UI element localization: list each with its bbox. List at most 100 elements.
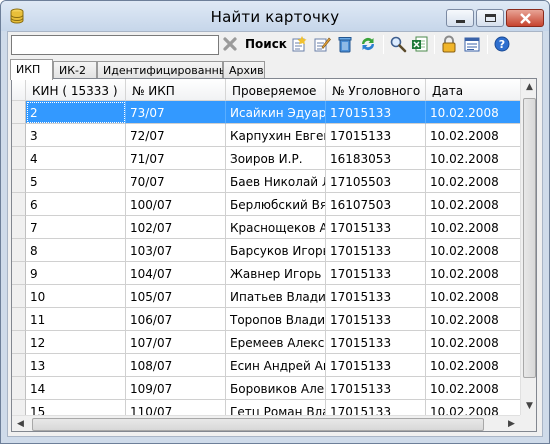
- cell-date[interactable]: 10.02.2008: [426, 239, 526, 262]
- cell-checked-person[interactable]: Исайкин Эдуард...: [226, 101, 326, 124]
- cell-checked-person[interactable]: Ипатьев Влади...: [226, 285, 326, 308]
- cell-ikp-number[interactable]: 106/07: [126, 308, 226, 331]
- cell-date[interactable]: 10.02.2008: [426, 331, 526, 354]
- vertical-scroll-thumb[interactable]: [523, 98, 536, 378]
- cell-kin[interactable]: 4: [26, 147, 126, 170]
- cell-checked-person[interactable]: Торопов Влади...: [226, 308, 326, 331]
- excel-export-icon[interactable]: [411, 35, 429, 53]
- cell-ikp-number[interactable]: 104/07: [126, 262, 226, 285]
- cell-kin[interactable]: 7: [26, 216, 126, 239]
- cell-ikp-number[interactable]: 72/07: [126, 124, 226, 147]
- cell-ikp-number[interactable]: 107/07: [126, 331, 226, 354]
- table-row[interactable]: 7102/07Краснощеков А...1701513310.02.200…: [12, 216, 526, 239]
- card-list-icon[interactable]: [463, 35, 481, 53]
- table-row[interactable]: 570/07Баев Николай Л...1710550310.02.200…: [12, 170, 526, 193]
- column-header-date[interactable]: Дата: [426, 79, 526, 101]
- cell-criminal-case-number[interactable]: 16183053: [326, 147, 426, 170]
- cell-criminal-case-number[interactable]: 17015133: [326, 124, 426, 147]
- cell-ikp-number[interactable]: 108/07: [126, 354, 226, 377]
- table-row[interactable]: 4 71/07 Зоиров И.Р. 16183053 10.02.2008: [12, 147, 526, 170]
- cell-criminal-case-number[interactable]: 17015133: [326, 354, 426, 377]
- tab-ik2[interactable]: ИК-2: [53, 61, 97, 79]
- lock-icon[interactable]: [440, 35, 458, 53]
- row-header[interactable]: [12, 331, 26, 354]
- row-header[interactable]: [12, 216, 26, 239]
- horizontal-scrollbar[interactable]: ◀ ▶: [12, 415, 520, 431]
- scroll-up-icon[interactable]: ▲: [521, 79, 536, 96]
- cell-kin[interactable]: 9: [26, 262, 126, 285]
- cell-date[interactable]: 10.02.2008: [426, 170, 526, 193]
- cell-ikp-number[interactable]: 71/07: [126, 147, 226, 170]
- tab-ikp[interactable]: ИКП: [10, 59, 53, 80]
- cell-checked-person[interactable]: Карпухин Евген...: [226, 124, 326, 147]
- cell-checked-person[interactable]: Зоиров И.Р.: [226, 147, 326, 170]
- cell-ikp-number[interactable]: 100/07: [126, 193, 226, 216]
- cell-date[interactable]: 10.02.2008: [426, 377, 526, 400]
- cell-criminal-case-number[interactable]: 17015133: [326, 285, 426, 308]
- cell-kin[interactable]: 13: [26, 354, 126, 377]
- scroll-right-icon[interactable]: ▶: [503, 416, 520, 431]
- cell-kin[interactable]: 11: [26, 308, 126, 331]
- maximize-button[interactable]: [476, 9, 504, 27]
- cell-criminal-case-number[interactable]: 17015133: [326, 262, 426, 285]
- title-bar[interactable]: Найти карточку: [1, 1, 549, 31]
- cell-criminal-case-number[interactable]: 17105503: [326, 170, 426, 193]
- cell-criminal-case-number[interactable]: 17015133: [326, 377, 426, 400]
- row-header[interactable]: [12, 308, 26, 331]
- cell-criminal-case-number[interactable]: 16107503: [326, 193, 426, 216]
- row-header[interactable]: [12, 262, 26, 285]
- close-button[interactable]: [506, 9, 544, 27]
- column-header-kin[interactable]: КИН ( 15333 ): [26, 79, 126, 101]
- cell-checked-person[interactable]: Есин Андрей Ан...: [226, 354, 326, 377]
- vertical-scrollbar[interactable]: ▲ ▼: [520, 79, 536, 415]
- cell-kin[interactable]: 12: [26, 331, 126, 354]
- cell-ikp-number[interactable]: 105/07: [126, 285, 226, 308]
- cell-checked-person[interactable]: Барсуков Игорь...: [226, 239, 326, 262]
- help-icon[interactable]: ?: [493, 35, 511, 53]
- horizontal-scroll-thumb[interactable]: [32, 418, 484, 431]
- cell-kin[interactable]: 6: [26, 193, 126, 216]
- search-button[interactable]: Поиск: [245, 37, 287, 51]
- cell-ikp-number[interactable]: 102/07: [126, 216, 226, 239]
- cell-kin[interactable]: 2: [26, 101, 126, 124]
- table-row[interactable]: 13108/07Есин Андрей Ан...1701513310.02.2…: [12, 354, 526, 377]
- delete-icon[interactable]: [336, 35, 354, 53]
- cell-checked-person[interactable]: Жавнер Игорь ...: [226, 262, 326, 285]
- column-header-ikp-number[interactable]: № ИКП: [126, 79, 226, 101]
- table-row[interactable]: 11 106/07 Торопов Влади... 17015133 10.02.20…: [12, 308, 526, 331]
- cell-checked-person[interactable]: Краснощеков А...: [226, 216, 326, 239]
- cell-kin[interactable]: 14: [26, 377, 126, 400]
- cell-criminal-case-number[interactable]: 17015133: [326, 216, 426, 239]
- table-row[interactable]: 14109/07Боровиков Алекс...1701513310.02.…: [12, 377, 526, 400]
- row-header[interactable]: [12, 377, 26, 400]
- row-header[interactable]: [12, 239, 26, 262]
- new-card-icon[interactable]: [290, 35, 308, 53]
- table-row[interactable]: 273/07Исайкин Эдуард...1701513310.02.200…: [12, 101, 526, 124]
- cell-ikp-number[interactable]: 70/07: [126, 170, 226, 193]
- cell-ikp-number[interactable]: 109/07: [126, 377, 226, 400]
- cell-checked-person[interactable]: Еремеев Алекс...: [226, 331, 326, 354]
- cell-criminal-case-number[interactable]: 17015133: [326, 101, 426, 124]
- cell-criminal-case-number[interactable]: 17015133: [326, 331, 426, 354]
- cell-date[interactable]: 10.02.2008: [426, 262, 526, 285]
- cell-kin[interactable]: 10: [26, 285, 126, 308]
- cell-criminal-case-number[interactable]: 17015133: [326, 239, 426, 262]
- find-icon[interactable]: [389, 35, 407, 53]
- tab-archive[interactable]: Архив: [223, 61, 265, 79]
- column-header-criminal-case-number[interactable]: № Уголовного: [326, 79, 426, 101]
- table-row[interactable]: 6100/07Берлюбский Вя...1610750310.02.200…: [12, 193, 526, 216]
- cell-criminal-case-number[interactable]: 17015133: [326, 308, 426, 331]
- table-row[interactable]: 8103/07Барсуков Игорь...1701513310.02.20…: [12, 239, 526, 262]
- refresh-icon[interactable]: [359, 35, 377, 53]
- scroll-left-icon[interactable]: ◀: [12, 416, 29, 431]
- clear-icon[interactable]: [221, 35, 239, 53]
- cell-checked-person[interactable]: Боровиков Алекс...: [226, 377, 326, 400]
- row-header[interactable]: [12, 170, 26, 193]
- cell-checked-person[interactable]: Берлюбский Вя...: [226, 193, 326, 216]
- cell-date[interactable]: 10.02.2008: [426, 216, 526, 239]
- cell-date[interactable]: 10.02.2008: [426, 124, 526, 147]
- cell-date[interactable]: 10.02.2008: [426, 308, 526, 331]
- column-header-checked-person[interactable]: Проверяемое: [226, 79, 326, 101]
- table-row[interactable]: 10105/07Ипатьев Влади...1701513310.02.20…: [12, 285, 526, 308]
- scroll-down-icon[interactable]: ▼: [521, 398, 536, 415]
